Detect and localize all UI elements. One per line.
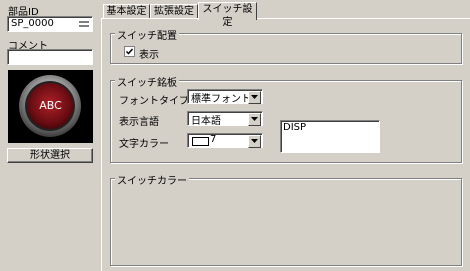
language-select[interactable]: 日本語: [187, 111, 263, 127]
shape-select-button[interactable]: 形状選択: [7, 148, 93, 163]
check-icon: [125, 48, 134, 55]
color-swatch: [192, 137, 209, 146]
tab-basic-label: 基本設定: [106, 6, 147, 17]
show-checkbox[interactable]: [124, 46, 135, 57]
shape-select-label: 形状選択: [30, 150, 70, 161]
font-type-value: 標準フォント: [191, 94, 251, 105]
nameplate-text: DISP: [283, 122, 307, 133]
chevron-down-icon[interactable]: [248, 91, 261, 104]
tab-basic-settings[interactable]: 基本設定: [103, 4, 150, 19]
text-color-label: 文字カラー: [119, 139, 169, 150]
chevron-down-icon[interactable]: [248, 113, 261, 126]
preview-label: ABC: [39, 99, 62, 112]
switch-preview: ABC: [8, 70, 93, 143]
show-label: 表示: [139, 50, 159, 61]
spinner-icon[interactable]: [78, 19, 90, 29]
text-color-select[interactable]: 7: [187, 133, 263, 148]
part-id-field[interactable]: SP_0000: [7, 16, 93, 32]
part-id-value: SP_0000: [11, 18, 54, 29]
nameplate-text-area[interactable]: DISP: [280, 120, 380, 153]
tab-extended-settings[interactable]: 拡張設定: [150, 4, 198, 19]
font-type-select[interactable]: 標準フォント: [187, 89, 263, 105]
text-color-value: 7: [210, 134, 217, 145]
font-type-label: フォントタイプ: [119, 96, 189, 107]
tab-extended-label: 拡張設定: [154, 6, 194, 17]
comment-field[interactable]: [7, 49, 93, 65]
switch-color-group: [110, 178, 462, 266]
switch-settings-panel: スイッチ配置 表示 スイッチ銘板 フォントタイプ 標準フォント 表示言語 日本語…: [101, 18, 470, 271]
language-label: 表示言語: [119, 117, 159, 128]
chevron-down-icon[interactable]: [248, 135, 261, 148]
language-value: 日本語: [191, 116, 221, 127]
switch-color-title: スイッチカラー: [115, 172, 189, 187]
switch-nameplate-title: スイッチ銘板: [115, 74, 179, 89]
tab-switch-settings[interactable]: スイッチ設定: [198, 2, 257, 28]
switch-layout-title: スイッチ配置: [115, 27, 179, 42]
